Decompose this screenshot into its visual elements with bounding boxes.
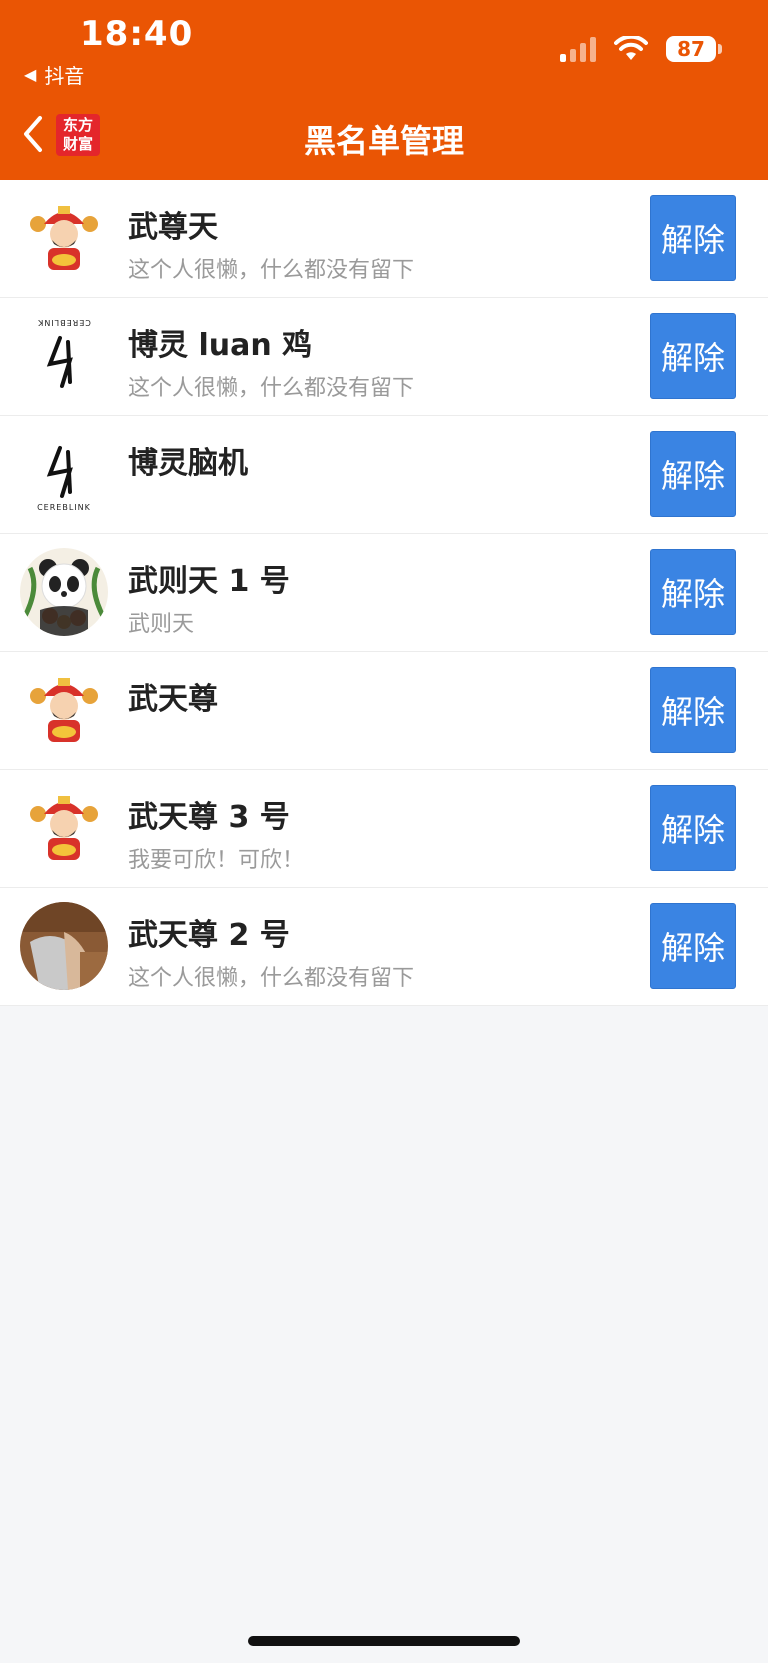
unblock-button[interactable]: 解除: [650, 313, 736, 399]
unblock-button[interactable]: 解除: [650, 431, 736, 517]
blacklist-row: 武尊天这个人很懒，什么都没有留下 解除: [0, 180, 768, 298]
user-signature: 武则天: [128, 612, 195, 637]
avatar[interactable]: [20, 902, 108, 990]
battery-icon: 87: [666, 36, 722, 62]
status-icons: 87: [560, 36, 722, 62]
avatar[interactable]: [20, 194, 108, 282]
blacklist-row: 武天尊 2 号这个人很懒，什么都没有留下 解除: [0, 888, 768, 1006]
cellular-signal-icon: [560, 36, 596, 62]
blacklist-row: CEREBLINK 博灵脑机 解除: [0, 416, 768, 534]
app-header: 18:40 ◀ 抖音 87 东方 财富 黑名单管理: [0, 0, 768, 180]
blacklist: 武尊天 这个人很懒，什么都没有留下 解除 CEREBLINK 博灵 luan 鸡这个…: [0, 180, 768, 1006]
svg-text:CEREBLINK: CEREBLINK: [37, 318, 91, 327]
unblock-button[interactable]: 解除: [650, 549, 736, 635]
unblock-button[interactable]: 解除: [650, 785, 736, 871]
avatar[interactable]: [20, 784, 108, 872]
user-name: 武天尊 2 号: [128, 918, 290, 953]
back-app-label: 抖音: [44, 64, 85, 88]
user-name: 博灵 luan 鸡: [128, 328, 313, 363]
avatar[interactable]: CEREBLINK: [20, 312, 108, 400]
home-indicator: [248, 1636, 520, 1646]
user-signature: 这个人很懒，什么都没有留下: [128, 376, 415, 401]
user-name: 博灵脑机: [128, 446, 248, 481]
blacklist-row: 武天尊 解除: [0, 652, 768, 770]
user-signature: 我要可欣！可欣！: [128, 848, 305, 873]
avatar[interactable]: CEREBLINK: [20, 430, 108, 518]
user-name: 武天尊: [128, 682, 218, 717]
user-signature: 这个人很懒，什么都没有留下: [128, 966, 415, 991]
blacklist-row: CEREBLINK 博灵 luan 鸡这个人很懒，什么都没有留下 解除: [0, 298, 768, 416]
page-title: 黑名单管理: [303, 122, 464, 160]
avatar[interactable]: [20, 548, 108, 636]
unblock-button[interactable]: 解除: [650, 903, 736, 989]
blacklist-row: 武天尊 3 号我要可欣！可欣！ 解除: [0, 770, 768, 888]
back-to-app-link[interactable]: ◀ 抖音: [24, 60, 84, 89]
unblock-button[interactable]: 解除: [650, 195, 736, 281]
user-name: 武则天 1 号: [128, 564, 290, 599]
avatar[interactable]: [20, 666, 108, 754]
unblock-button[interactable]: 解除: [650, 667, 736, 753]
wifi-icon: [614, 36, 648, 60]
user-name: 武天尊 3 号: [128, 800, 290, 835]
back-triangle-icon: ◀: [24, 65, 37, 84]
status-time: 18:40: [80, 14, 194, 54]
user-signature: 这个人很懒，什么都没有留下: [128, 258, 415, 283]
svg-text:CEREBLINK: CEREBLINK: [37, 503, 91, 512]
blacklist-row: 武则天 1 号武则天 解除: [0, 534, 768, 652]
user-name: 武尊天: [128, 210, 218, 245]
